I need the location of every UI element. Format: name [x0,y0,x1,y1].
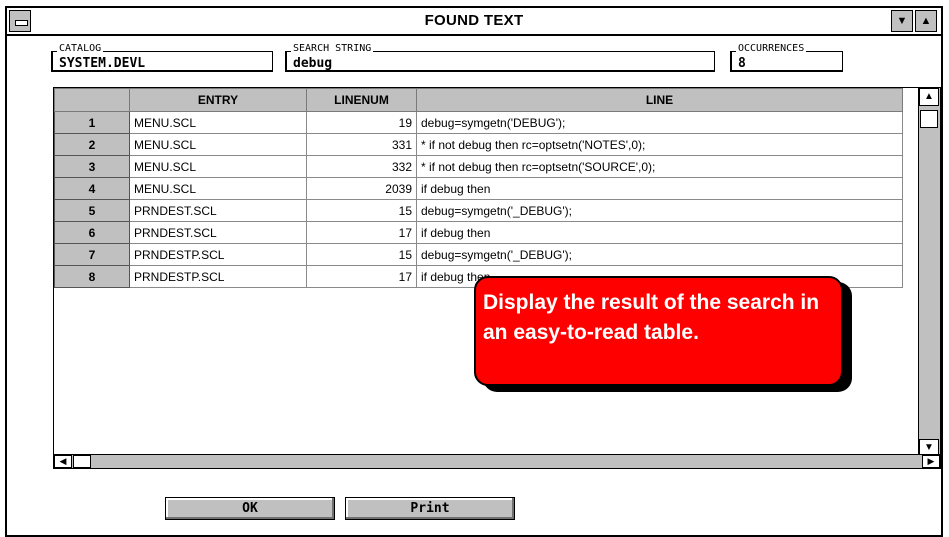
occurrences-field: OCCURRENCES 8 [730,43,843,72]
catalog-value: SYSTEM.DEVL [59,56,146,71]
horizontal-scroll-thumb[interactable] [73,455,91,468]
found-text-window: FOUND TEXT ▼ ▲ CATALOG SYSTEM.DEVL SEARC… [5,6,943,537]
line-cell[interactable]: debug=symgetn('_DEBUG'); [416,199,903,222]
print-button[interactable]: Print [345,497,515,520]
scroll-left-arrow-icon[interactable]: ◀ [54,455,72,468]
line-cell[interactable]: debug=symgetn('_DEBUG'); [416,243,903,266]
linenum-cell[interactable]: 332 [306,155,417,178]
ok-button[interactable]: OK [165,497,335,520]
scroll-up-arrow-icon[interactable]: ▲ [919,88,939,106]
entry-cell[interactable]: PRNDEST.SCL [129,199,307,222]
entry-cell[interactable]: MENU.SCL [129,111,307,134]
row-number[interactable]: 2 [54,133,130,156]
line-cell[interactable]: if debug then [416,177,903,200]
linenum-cell[interactable]: 2039 [306,177,417,200]
linenum-cell[interactable]: 15 [306,243,417,266]
entry-cell[interactable]: MENU.SCL [129,177,307,200]
minimize-arrow-icon[interactable]: ▼ [891,10,913,32]
row-number[interactable]: 4 [54,177,130,200]
vertical-scrollbar[interactable]: ▲ ▼ [918,88,940,457]
occurrences-label: OCCURRENCES [736,43,807,55]
table-row[interactable]: 1 MENU.SCL 19 debug=symgetn('DEBUG'); [54,111,903,134]
search-string-value: debug [293,56,333,71]
table-row[interactable]: 3 MENU.SCL 332 * if not debug then rc=op… [54,155,903,178]
maximize-arrow-icon[interactable]: ▲ [915,10,937,32]
entry-cell[interactable]: PRNDESTP.SCL [129,265,307,288]
scroll-right-arrow-icon[interactable]: ▶ [922,455,940,468]
vertical-scroll-thumb[interactable] [920,110,938,128]
entry-cell[interactable]: MENU.SCL [129,133,307,156]
results-table: ENTRY LINENUM LINE 1 MENU.SCL 19 debug=s… [54,88,903,288]
column-header-linenum[interactable]: LINENUM [306,88,417,112]
table-row[interactable]: 2 MENU.SCL 331 * if not debug then rc=op… [54,133,903,156]
column-header-line[interactable]: LINE [416,88,903,112]
linenum-cell[interactable]: 17 [306,221,417,244]
row-number[interactable]: 5 [54,199,130,222]
callout-annotation: Display the result of the search in an e… [474,276,843,386]
row-number[interactable]: 7 [54,243,130,266]
linenum-cell[interactable]: 15 [306,199,417,222]
horizontal-scrollbar[interactable]: ◀ ▶ [54,454,940,468]
catalog-field[interactable]: CATALOG SYSTEM.DEVL [51,43,273,72]
row-number[interactable]: 6 [54,221,130,244]
linenum-cell[interactable]: 331 [306,133,417,156]
line-cell[interactable]: * if not debug then rc=optsetn('NOTES',0… [416,133,903,156]
table-row[interactable]: 4 MENU.SCL 2039 if debug then [54,177,903,200]
search-string-field[interactable]: SEARCH STRING debug [285,43,715,72]
row-number[interactable]: 1 [54,111,130,134]
title-bar: FOUND TEXT ▼ ▲ [7,8,941,36]
line-cell[interactable]: if debug then [416,221,903,244]
entry-cell[interactable]: PRNDESTP.SCL [129,243,307,266]
row-number[interactable]: 8 [54,265,130,288]
table-row[interactable]: 6 PRNDEST.SCL 17 if debug then [54,221,903,244]
column-header-entry[interactable]: ENTRY [129,88,307,112]
linenum-cell[interactable]: 19 [306,111,417,134]
window-title: FOUND TEXT [424,12,524,29]
row-number-header [54,88,130,112]
entry-cell[interactable]: MENU.SCL [129,155,307,178]
catalog-label: CATALOG [57,43,104,55]
row-number[interactable]: 3 [54,155,130,178]
table-row[interactable]: 7 PRNDESTP.SCL 15 debug=symgetn('_DEBUG'… [54,243,903,266]
table-header-row: ENTRY LINENUM LINE [54,88,903,112]
table-row[interactable]: 5 PRNDEST.SCL 15 debug=symgetn('_DEBUG')… [54,199,903,222]
search-string-label: SEARCH STRING [291,43,374,55]
line-cell[interactable]: * if not debug then rc=optsetn('SOURCE',… [416,155,903,178]
linenum-cell[interactable]: 17 [306,265,417,288]
entry-cell[interactable]: PRNDEST.SCL [129,221,307,244]
occurrences-value: 8 [738,56,746,71]
line-cell[interactable]: debug=symgetn('DEBUG'); [416,111,903,134]
